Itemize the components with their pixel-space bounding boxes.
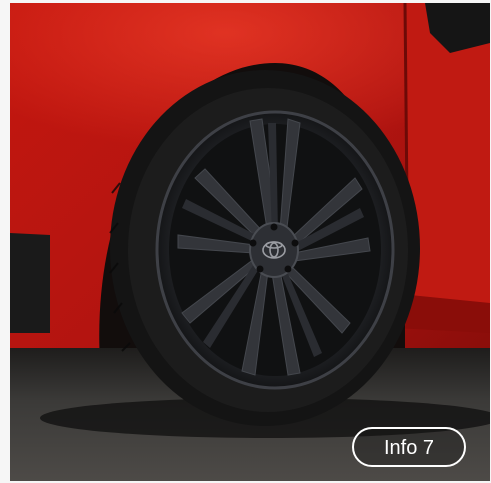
car-wheel-photo (10, 3, 490, 481)
car-wheel-illustration (10, 3, 490, 481)
gallery-frame: Info 7 (0, 0, 491, 483)
info-button[interactable]: Info 7 (352, 427, 466, 467)
